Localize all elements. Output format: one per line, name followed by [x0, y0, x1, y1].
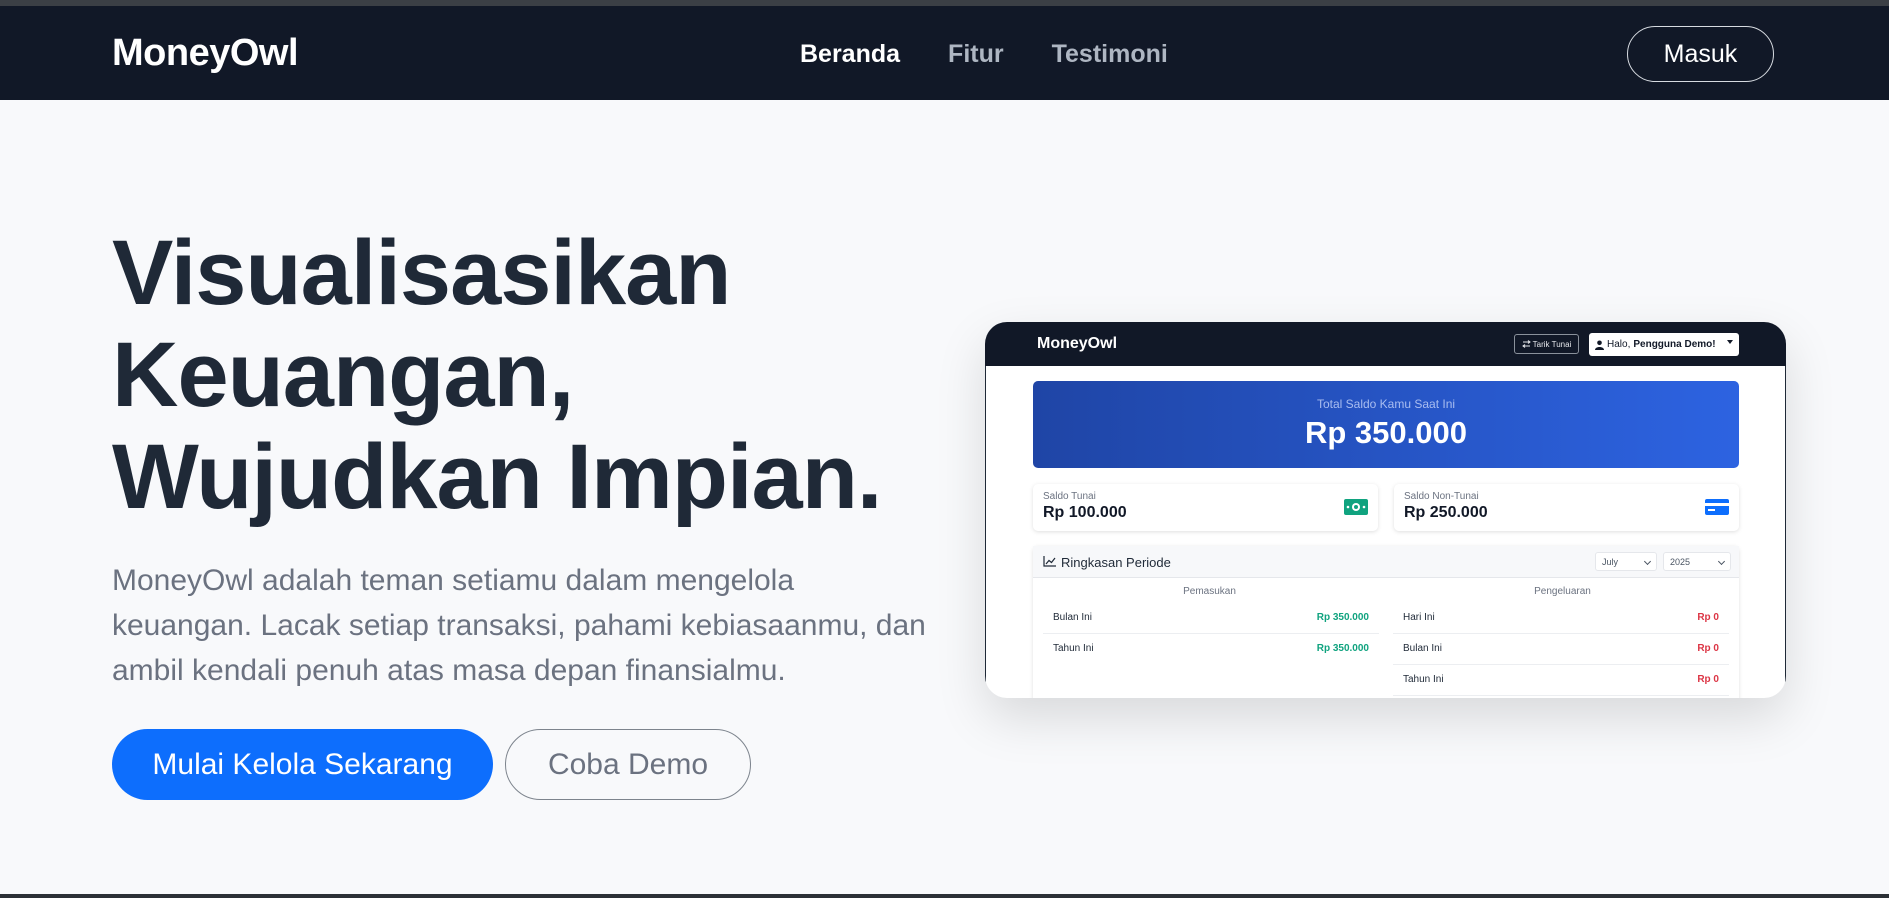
nav-link-testimoni[interactable]: Testimoni: [1052, 40, 1168, 69]
expense-row-value: Rp 0: [1697, 612, 1719, 623]
income-column-header: Pemasukan: [1183, 586, 1236, 597]
income-row-value: Rp 350.000: [1316, 643, 1369, 654]
period-summary-title: Ringkasan Periode: [1061, 555, 1171, 570]
expense-column-header: Pengeluaran: [1534, 586, 1591, 597]
mockup-user-name: Pengguna Demo!: [1633, 339, 1716, 350]
expense-row: Hari Ini Rp 0: [1393, 603, 1729, 634]
caret-down-icon: [1727, 340, 1733, 344]
start-managing-button[interactable]: Mulai Kelola Sekarang: [112, 729, 493, 800]
noncash-balance-label: Saldo Non-Tunai: [1404, 491, 1479, 502]
expense-row-value: Rp 0: [1697, 643, 1719, 654]
total-balance-value: Rp 350.000: [1305, 415, 1467, 450]
mockup-user-dropdown: Halo, Pengguna Demo!: [1589, 333, 1739, 356]
chevron-down-icon: [1717, 557, 1726, 566]
hero-title-line-1: Visualisasikan: [112, 222, 732, 324]
year-select-value: 2025: [1670, 556, 1691, 567]
expense-row-value: Rp 0: [1697, 674, 1719, 685]
cash-balance-card: Saldo Tunai Rp 100.000: [1033, 484, 1378, 531]
period-summary-card: Ringkasan Periode July 2025 Pemasukan Pe…: [1033, 546, 1739, 698]
browser-bottom-strip: [0, 894, 1889, 898]
chevron-down-icon: [1643, 557, 1652, 566]
cash-balance-value: Rp 100.000: [1043, 504, 1127, 521]
hero-title-line-2: Keuangan,: [112, 324, 574, 426]
brand-logo[interactable]: MoneyOwl: [112, 32, 299, 75]
user-icon: [1595, 340, 1604, 350]
mockup-navbar: MoneyOwl Tarik Tunai Halo, Pengguna Demo…: [985, 322, 1786, 366]
mockup-tarik-label: Tarik Tunai: [1532, 339, 1572, 349]
income-row: Bulan Ini Rp 350.000: [1043, 603, 1379, 634]
mockup-brand: MoneyOwl: [1037, 335, 1118, 352]
noncash-balance-card: Saldo Non-Tunai Rp 250.000: [1394, 484, 1739, 531]
line-chart-icon: [1043, 556, 1056, 567]
mockup-body: Total Saldo Kamu Saat Ini Rp 350.000 Sal…: [985, 366, 1786, 698]
cash-icon: [1344, 499, 1368, 515]
credit-card-icon: [1705, 499, 1729, 515]
noncash-balance-value: Rp 250.000: [1404, 504, 1488, 521]
income-row-label: Bulan Ini: [1053, 612, 1092, 623]
hero-description: MoneyOwl adalah teman setiamu dalam meng…: [112, 564, 926, 687]
expense-row: Bulan Ini Rp 0: [1393, 634, 1729, 665]
expense-row-label: Bulan Ini: [1403, 643, 1442, 654]
expense-row: Tahun Ini Rp 0: [1393, 665, 1729, 696]
nav-link-fitur[interactable]: Fitur: [948, 40, 1004, 69]
cash-balance-label: Saldo Tunai: [1043, 491, 1096, 502]
income-row: Tahun Ini Rp 350.000: [1043, 634, 1379, 665]
nav-link-beranda[interactable]: Beranda: [800, 40, 900, 69]
nav-links: Beranda Fitur Testimoni: [800, 40, 1168, 69]
mockup-greeting: Halo,: [1607, 339, 1631, 350]
login-button[interactable]: Masuk: [1627, 26, 1774, 82]
hero-title: Visualisasikan Keuangan, Wujudkan Impian…: [112, 222, 932, 528]
mockup-tarik-tunai-button: Tarik Tunai: [1514, 334, 1579, 354]
income-row-value: Rp 350.000: [1316, 612, 1369, 623]
hero-title-line-3: Wujudkan Impian.: [112, 426, 882, 528]
month-select: July: [1595, 552, 1657, 571]
expense-row-label: Hari Ini: [1403, 612, 1435, 623]
navbar: MoneyOwl Beranda Fitur Testimoni Masuk: [0, 6, 1889, 100]
month-select-value: July: [1602, 556, 1619, 567]
total-balance-card: Total Saldo Kamu Saat Ini Rp 350.000: [1033, 381, 1739, 468]
try-demo-button[interactable]: Coba Demo: [505, 729, 751, 800]
period-summary-header: Ringkasan Periode July 2025: [1033, 546, 1739, 578]
swap-arrows-icon: [1521, 340, 1531, 348]
app-preview-mockup: MoneyOwl Tarik Tunai Halo, Pengguna Demo…: [985, 322, 1786, 698]
total-balance-label: Total Saldo Kamu Saat Ini: [1316, 397, 1456, 411]
year-select: 2025: [1663, 552, 1731, 571]
income-row-label: Tahun Ini: [1053, 643, 1094, 654]
expense-row-label: Tahun Ini: [1403, 674, 1444, 685]
